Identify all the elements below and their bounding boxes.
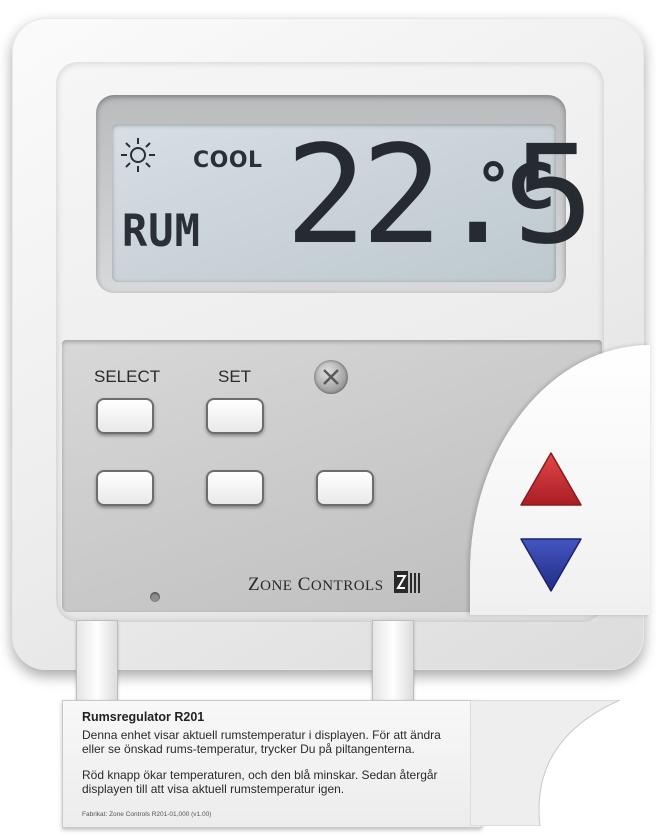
- hinge-left: [76, 620, 118, 712]
- set-button[interactable]: [206, 398, 264, 434]
- select-button-label: SELECT: [94, 367, 161, 386]
- room-label: RUM: [122, 205, 201, 257]
- hinge-right: [372, 620, 414, 712]
- sun-icon: [121, 138, 155, 172]
- function-button-2[interactable]: [206, 470, 264, 506]
- brand-name: ZONE CONTROLS: [248, 574, 384, 595]
- temperature-unit: °C: [478, 150, 555, 223]
- instruction-card-tab: [470, 700, 621, 826]
- mode-indicator: COOL: [193, 148, 263, 173]
- indicator-hole: [150, 592, 160, 602]
- card-title: Rumsregulator R201: [82, 710, 205, 724]
- set-button-label: SET: [218, 367, 252, 386]
- zone-controls-logo-icon: [394, 571, 420, 593]
- screw-slot-icon: [323, 369, 339, 385]
- screw: [314, 360, 348, 394]
- card-footer: Fabrikat: Zone Controls R201-01,000 (v1.…: [82, 811, 212, 818]
- select-button[interactable]: [96, 398, 154, 434]
- temperature-down-button[interactable]: [518, 534, 584, 594]
- function-button-3[interactable]: [316, 470, 374, 506]
- function-button-1[interactable]: [96, 470, 154, 506]
- card-paragraph-1: Denna enhet visar aktuell rumstemperatur…: [82, 728, 441, 756]
- card-paragraph-2: Röd knapp ökar temperaturen, och den blå…: [82, 768, 438, 796]
- temperature-up-button[interactable]: [518, 450, 584, 510]
